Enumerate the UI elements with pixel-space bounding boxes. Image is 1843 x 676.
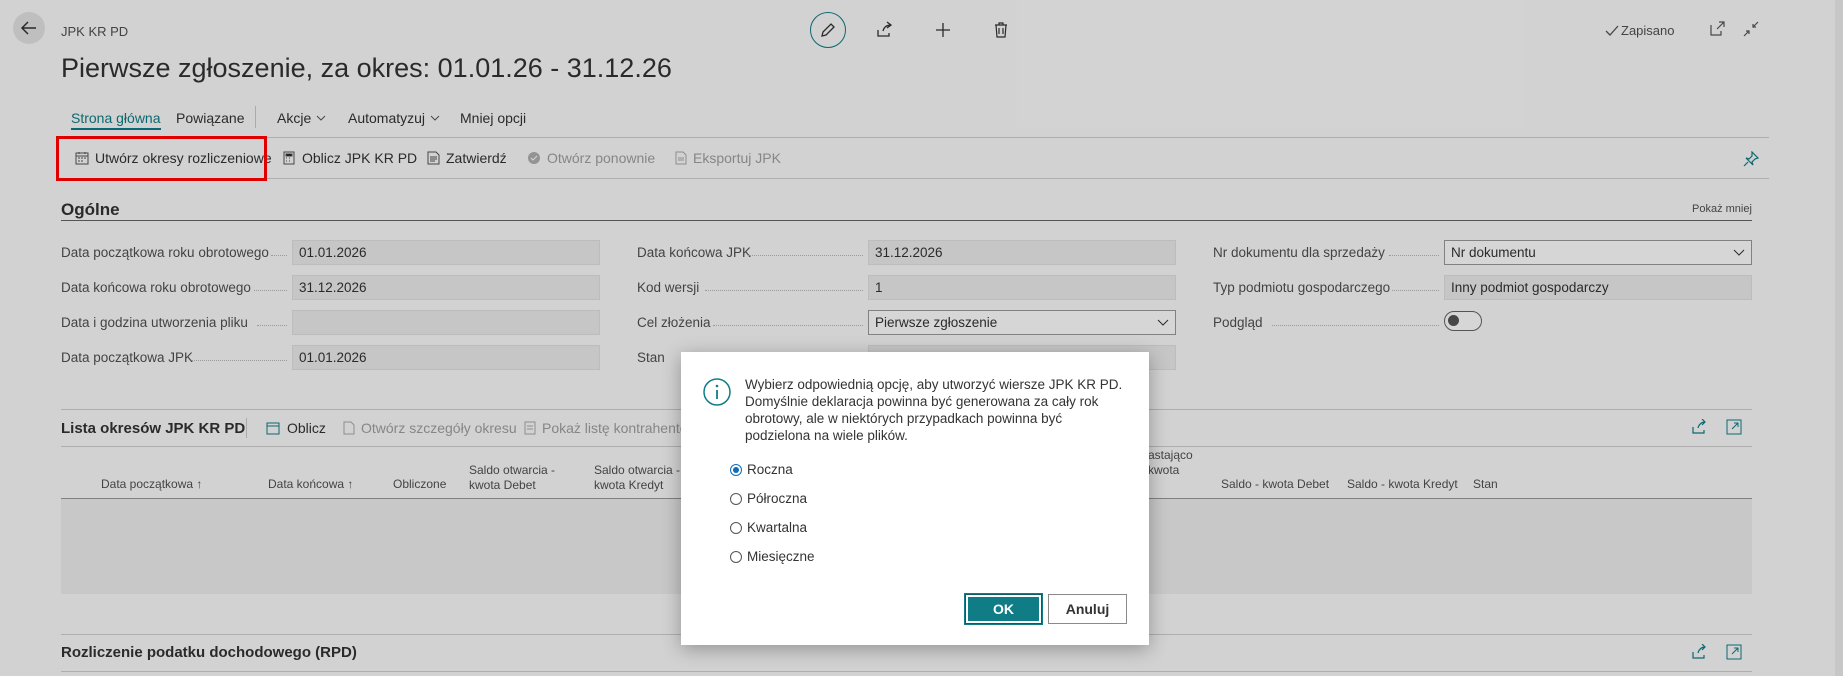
ok-button[interactable]: OK — [965, 594, 1042, 624]
dialog-message: Wybierz odpowiednią opcję, aby utworzyć … — [745, 377, 1123, 443]
option-semiannual[interactable]: Półroczna — [730, 491, 807, 506]
option-quarterly-label: Kwartalna — [747, 520, 808, 535]
option-monthly[interactable]: Miesięczne — [730, 549, 815, 564]
radio-quarterly[interactable] — [730, 521, 742, 534]
info-icon — [702, 377, 732, 412]
option-semiannual-label: Półroczna — [747, 491, 808, 506]
radio-monthly[interactable] — [730, 550, 742, 563]
option-quarterly[interactable]: Kwartalna — [730, 520, 807, 535]
radio-annual[interactable] — [730, 463, 742, 476]
option-annual[interactable]: Roczna — [730, 462, 793, 477]
cancel-button[interactable]: Anuluj — [1048, 594, 1127, 624]
option-monthly-label: Miesięczne — [747, 549, 815, 564]
radio-semiannual[interactable] — [730, 492, 742, 505]
option-annual-label: Roczna — [747, 462, 793, 477]
create-periods-dialog: Wybierz odpowiednią opcję, aby utworzyć … — [681, 352, 1149, 645]
highlight-box — [56, 136, 267, 181]
